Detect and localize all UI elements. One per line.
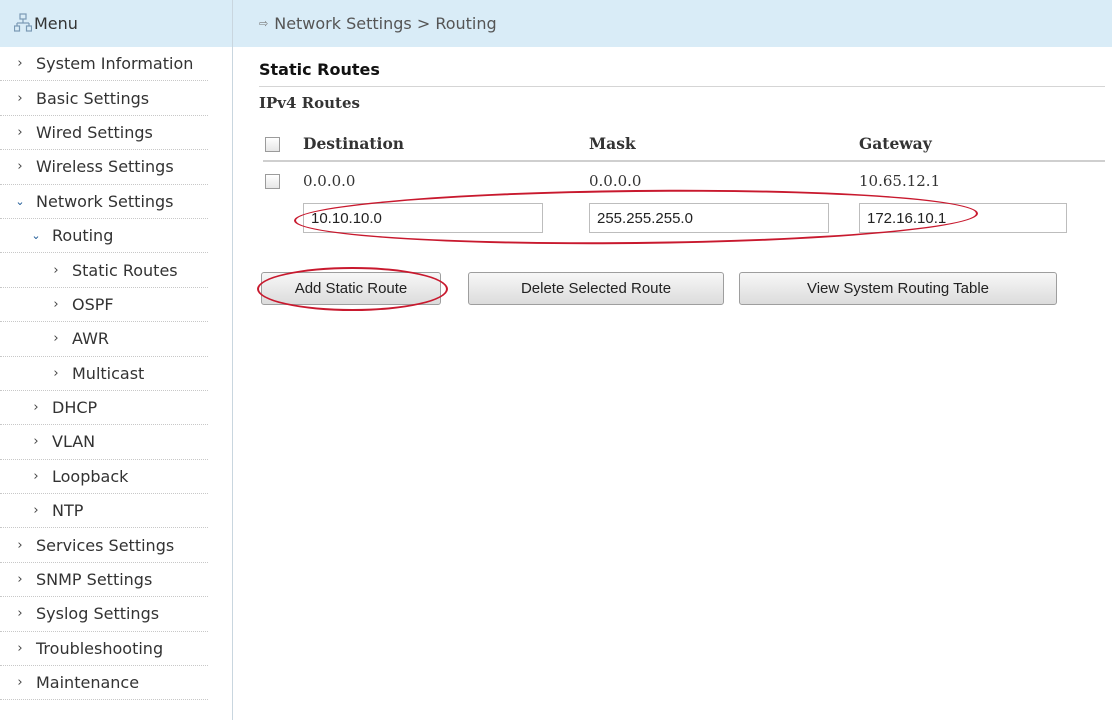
routes-table-header: Destination Mask Gateway [263,126,1105,162]
cell-gateway: 10.65.12.1 [859,172,941,190]
nav-label: Maintenance [36,673,140,693]
nav-label: VLAN [52,432,96,452]
chevron-down-icon: ⌄ [31,229,41,243]
nav-label: Basic Settings [36,88,150,108]
menu-title: Menu [34,14,78,33]
nav-ospf[interactable]: › OSPF [0,288,208,323]
cell-destination: 0.0.0.0 [303,172,356,190]
nav-label: System Information [36,54,194,74]
nav-label: Multicast [72,363,145,383]
column-header-mask: Mask [589,133,636,153]
sidebar: Menu › System Information › Basic Settings… [0,0,232,720]
view-system-routing-table-button[interactable]: View System Routing Table [739,272,1057,305]
chevron-right-icon: › [53,331,59,347]
nav-maintenance[interactable]: › Maintenance [0,666,208,701]
table-row: 0.0.0.0 0.0.0.0 10.65.12.1 [263,164,1105,198]
nav-label: Routing [52,226,114,246]
chevron-down-icon: ⌄ [15,194,25,208]
nav-label: OSPF [72,294,114,314]
section-subtitle: IPv4 Routes [259,86,1105,112]
chevron-right-icon: › [17,640,23,656]
nav-static-routes[interactable]: › Static Routes [0,253,208,288]
nav-label: Troubleshooting [36,638,164,658]
chevron-right-icon: › [33,400,39,416]
mask-input[interactable] [589,203,829,233]
menu-header: Menu [0,0,232,47]
chevron-right-icon: › [17,675,23,691]
nav-routing[interactable]: ⌄ Routing [0,219,208,254]
chevron-right-icon: › [17,606,23,622]
nav-label: Services Settings [36,535,175,555]
nav-services-settings[interactable]: › Services Settings [0,528,208,563]
chevron-right-icon: › [33,503,39,519]
delete-selected-route-button[interactable]: Delete Selected Route [468,272,724,305]
chevron-right-icon: › [33,468,39,484]
nav-snmp-settings[interactable]: › SNMP Settings [0,563,208,598]
nav-basic-settings[interactable]: › Basic Settings [0,81,208,116]
nav-troubleshooting[interactable]: › Troubleshooting [0,632,208,667]
chevron-right-icon: › [17,56,23,72]
nav-label: Wired Settings [36,122,153,142]
breadcrumb: ⇨ Network Settings > Routing [233,0,1112,47]
destination-input[interactable] [303,203,543,233]
nav-awr[interactable]: › AWR [0,322,208,357]
new-route-row [263,203,1105,237]
nav-network-settings[interactable]: ⌄ Network Settings [0,185,208,219]
arrow-right-icon: ⇨ [259,17,269,30]
nav-label: AWR [72,329,110,349]
nav-syslog-settings[interactable]: › Syslog Settings [0,597,208,632]
gateway-input[interactable] [859,203,1067,233]
nav-multicast[interactable]: › Multicast [0,357,208,391]
nav-system-information[interactable]: › System Information [0,47,208,82]
main-content: ⇨ Network Settings > Routing Static Rout… [233,0,1112,720]
nav-label: Static Routes [72,260,178,280]
cell-mask: 0.0.0.0 [589,172,642,190]
chevron-right-icon: › [17,90,23,106]
chevron-right-icon: › [53,262,59,278]
nav-ntp[interactable]: › NTP [0,494,208,529]
chevron-right-icon: › [17,572,23,588]
nav-loopback[interactable]: › Loopback [0,460,208,495]
nav-label: DHCP [52,398,98,418]
page-title: Static Routes [259,60,380,79]
nav-wired-settings[interactable]: › Wired Settings [0,116,208,151]
nav-label: Wireless Settings [36,157,174,177]
column-header-gateway: Gateway [859,133,932,153]
breadcrumb-text: Network Settings > Routing [274,14,497,33]
nav-label: Network Settings [36,191,174,211]
row-select-checkbox[interactable] [265,174,280,189]
nav-label: SNMP Settings [36,570,153,590]
chevron-right-icon: › [53,365,59,381]
select-all-checkbox[interactable] [265,137,280,152]
chevron-right-icon: › [17,537,23,553]
nav-label: NTP [52,501,84,521]
menu-tree-icon [14,13,32,32]
nav-dhcp[interactable]: › DHCP [0,391,208,426]
nav-label: Loopback [52,466,129,486]
chevron-right-icon: › [17,124,23,140]
chevron-right-icon: › [33,434,39,450]
column-header-destination: Destination [303,133,405,153]
chevron-right-icon: › [53,296,59,312]
chevron-right-icon: › [17,159,23,175]
add-static-route-button[interactable]: Add Static Route [261,272,441,305]
nav-vlan[interactable]: › VLAN [0,425,208,460]
nav-wireless-settings[interactable]: › Wireless Settings [0,150,208,185]
nav-label: Syslog Settings [36,604,160,624]
